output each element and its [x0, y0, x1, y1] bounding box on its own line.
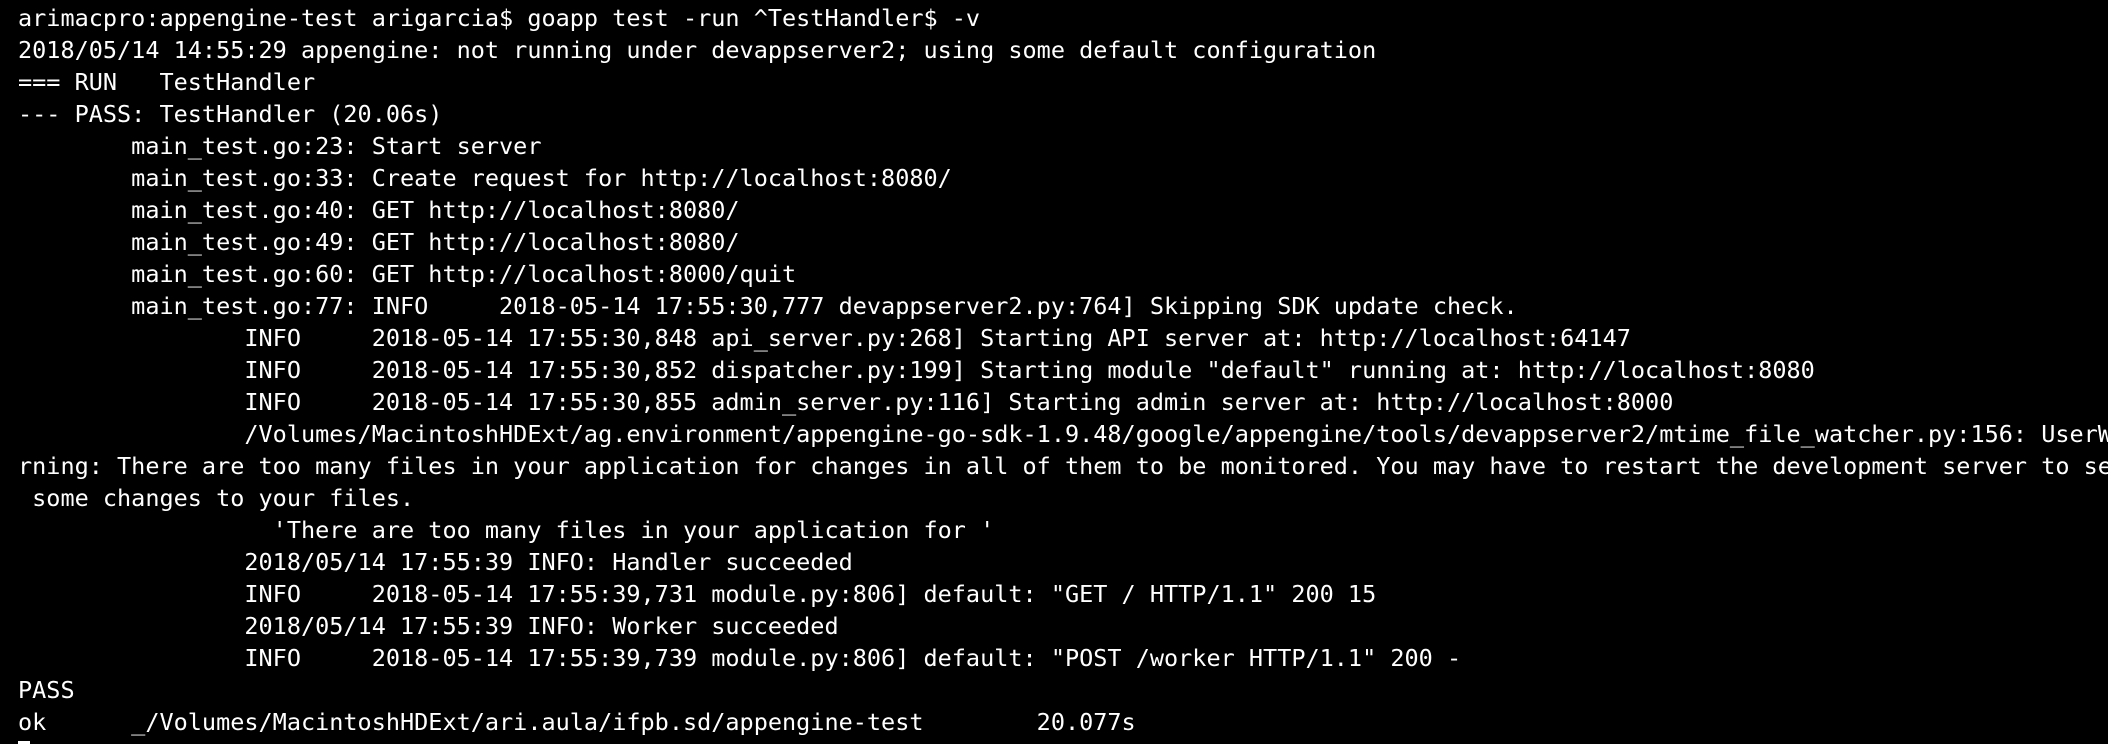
terminal-line: 2018/05/14 17:55:39 INFO: Worker succeed…	[18, 612, 839, 640]
terminal-line: main_test.go:40: GET http://localhost:80…	[18, 196, 740, 224]
terminal-line: INFO 2018-05-14 17:55:30,848 api_server.…	[18, 324, 1631, 352]
terminal-line: main_test.go:49: GET http://localhost:80…	[18, 228, 740, 256]
terminal-line: arimacpro:appengine-test arigarcia$ goap…	[18, 4, 981, 32]
terminal-line: main_test.go:23: Start server	[18, 132, 542, 160]
terminal-line: main_test.go:33: Create request for http…	[18, 164, 952, 192]
terminal-line: INFO 2018-05-14 17:55:39,739 module.py:8…	[18, 644, 1462, 672]
terminal-line: INFO 2018-05-14 17:55:30,855 admin_serve…	[18, 388, 1674, 416]
terminal-line: --- PASS: TestHandler (20.06s)	[18, 100, 443, 128]
terminal-line: ok _/Volumes/MacintoshHDExt/ari.aula/ifp…	[18, 708, 1136, 736]
terminal-line: === RUN TestHandler	[18, 68, 316, 96]
terminal-line: PASS	[18, 676, 75, 704]
prompt-line[interactable]	[18, 738, 2108, 744]
terminal-line: 2018/05/14 17:55:39 INFO: Handler succee…	[18, 548, 853, 576]
terminal-line: INFO 2018-05-14 17:55:30,852 dispatcher.…	[18, 356, 1815, 384]
terminal-line: some changes to your files.	[18, 484, 415, 512]
terminal-line: main_test.go:60: GET http://localhost:80…	[18, 260, 797, 288]
terminal-line: INFO 2018-05-14 17:55:39,731 module.py:8…	[18, 580, 1377, 608]
terminal-line: /Volumes/MacintoshHDExt/ag.environment/a…	[18, 420, 2108, 448]
terminal-window[interactable]: arimacpro:appengine-test arigarcia$ goap…	[0, 0, 2108, 744]
terminal-line: rning: There are too many files in your …	[18, 452, 2108, 480]
terminal-line: main_test.go:77: INFO 2018-05-14 17:55:3…	[18, 292, 1518, 320]
terminal-line: 'There are too many files in your applic…	[18, 516, 995, 544]
terminal-line: 2018/05/14 14:55:29 appengine: not runni…	[18, 36, 1377, 64]
